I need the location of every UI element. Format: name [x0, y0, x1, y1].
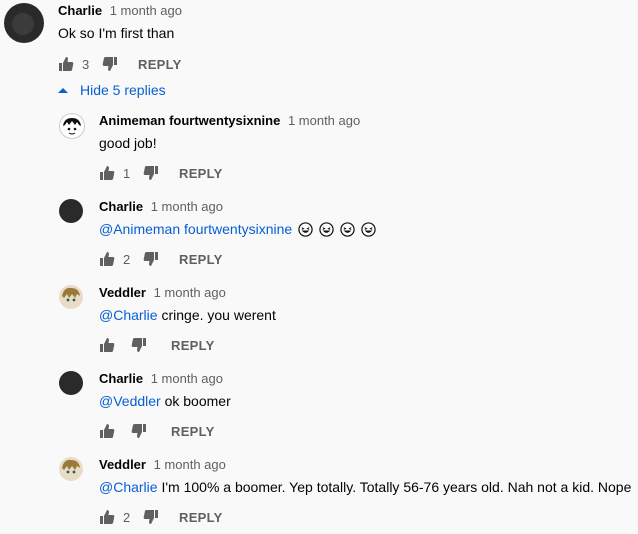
thumbs-down-icon[interactable]	[143, 251, 159, 267]
thumbs-down-icon[interactable]	[102, 56, 118, 72]
avatar[interactable]	[59, 457, 83, 481]
thumbs-up-icon[interactable]	[99, 509, 115, 525]
comment-text: @Charlie I'm 100% a boomer. Yep totally.…	[99, 479, 632, 495]
comment-time[interactable]: 1 month ago	[154, 285, 226, 300]
comment-text: @Charlie cringe. you werent	[99, 307, 276, 323]
comment-author[interactable]: Charlie	[99, 199, 143, 214]
comment-author[interactable]: Charlie	[99, 371, 143, 386]
comment-time[interactable]: 1 month ago	[110, 3, 182, 18]
comment-author[interactable]: Veddler	[99, 457, 146, 472]
mention-link[interactable]: @Charlie	[99, 307, 158, 323]
like-count: 2	[123, 251, 131, 267]
hide-replies-label: Hide 5 replies	[80, 82, 166, 98]
comment-author[interactable]: Animeman fourtwentysixnine	[99, 113, 280, 128]
mention-link[interactable]: @Charlie	[99, 479, 158, 495]
mention-link[interactable]: @Animeman fourtwentysixnine	[99, 221, 292, 237]
thumbs-up-icon[interactable]	[99, 423, 115, 439]
like-count: 2	[123, 509, 131, 525]
thumbs-down-icon[interactable]	[131, 337, 147, 353]
mention-link[interactable]: @Veddler	[99, 393, 161, 409]
thumbs-down-icon[interactable]	[143, 165, 159, 181]
comment-time[interactable]: 1 month ago	[154, 457, 226, 472]
comment-time[interactable]: 1 month ago	[151, 199, 223, 214]
hide-replies-toggle[interactable]: Hide 5 replies	[58, 82, 166, 98]
reply-button[interactable]: REPLY	[179, 252, 223, 267]
comment-text: good job!	[99, 135, 157, 151]
comment-time[interactable]: 1 month ago	[151, 371, 223, 386]
comment-time[interactable]: 1 month ago	[288, 113, 360, 128]
comment-author[interactable]: Veddler	[99, 285, 146, 300]
thumbs-up-icon[interactable]	[99, 337, 115, 353]
avatar[interactable]	[59, 285, 83, 309]
laughing-emoji-icon	[296, 221, 376, 237]
avatar[interactable]	[4, 3, 44, 43]
thumbs-down-icon[interactable]	[131, 423, 147, 439]
reply-button[interactable]: REPLY	[171, 424, 215, 439]
reply-button[interactable]: REPLY	[179, 510, 223, 525]
comment-text: Ok so I'm first than	[58, 25, 175, 41]
avatar[interactable]	[59, 113, 85, 139]
caret-up-icon	[58, 87, 68, 93]
like-count: 1	[123, 165, 131, 181]
comment-text: @Animeman fourtwentysixnine	[99, 221, 376, 237]
thumbs-up-icon[interactable]	[58, 56, 74, 72]
avatar[interactable]	[59, 371, 83, 395]
comment-author[interactable]: Charlie	[58, 3, 102, 18]
comment-text: @Veddler ok boomer	[99, 393, 231, 409]
reply-button[interactable]: REPLY	[138, 57, 182, 72]
reply-button[interactable]: REPLY	[179, 166, 223, 181]
like-count: 3	[82, 56, 90, 72]
thumbs-down-icon[interactable]	[143, 509, 159, 525]
thumbs-up-icon[interactable]	[99, 165, 115, 181]
reply-button[interactable]: REPLY	[171, 338, 215, 353]
avatar[interactable]	[59, 199, 83, 223]
thumbs-up-icon[interactable]	[99, 251, 115, 267]
